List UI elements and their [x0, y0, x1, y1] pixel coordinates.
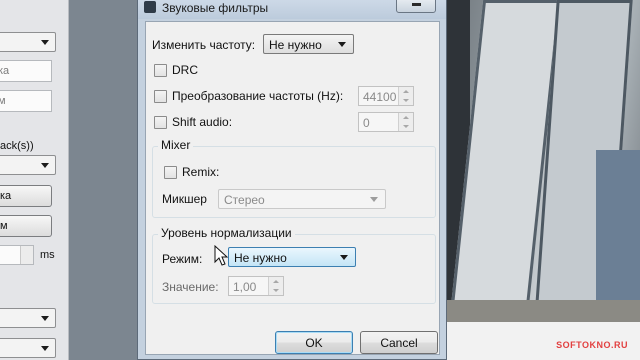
background-combo-3[interactable]	[0, 308, 56, 328]
spin-down-icon[interactable]	[398, 96, 413, 105]
background-button-1[interactable]: ка	[0, 185, 52, 207]
remix-checkbox[interactable]	[164, 166, 177, 179]
normalization-value-label: Значение:	[162, 280, 219, 294]
background-spin[interactable]	[0, 245, 34, 265]
mouse-cursor-icon	[214, 245, 228, 266]
background-tracks-label: ack(s))	[0, 140, 34, 152]
resample-select[interactable]: Не нужно	[263, 34, 354, 54]
background-button-2[interactable]: м	[0, 215, 52, 237]
background-app-panel: ка м ack(s)) ка м ms	[0, 0, 69, 360]
freq-convert-label: Преобразование частоты (Hz):	[172, 89, 344, 103]
chevron-down-icon	[41, 40, 49, 45]
watermark-logo: SOFTOKNO.RU	[556, 340, 628, 350]
chevron-down-icon	[41, 346, 49, 351]
freq-convert-checkbox[interactable]	[154, 90, 167, 103]
app-icon	[144, 1, 156, 13]
ok-button[interactable]: OK	[275, 331, 353, 354]
cancel-button[interactable]: Cancel	[360, 331, 438, 354]
chevron-down-icon	[41, 316, 49, 321]
background-combo-1[interactable]	[0, 32, 56, 52]
freq-convert-spinbox[interactable]: 44100	[358, 86, 414, 106]
background-combo-4[interactable]	[0, 338, 56, 358]
shift-audio-checkbox[interactable]	[154, 116, 167, 129]
close-icon	[412, 3, 421, 6]
mixer-group-title: Mixer	[158, 138, 194, 152]
background-ms-label: ms	[40, 249, 55, 261]
normalization-mode-select[interactable]: Не нужно	[228, 247, 356, 267]
chevron-down-icon	[340, 255, 348, 260]
background-input-2[interactable]: м	[0, 90, 52, 112]
drc-label: DRC	[172, 63, 198, 77]
spin-down-icon[interactable]	[268, 286, 283, 295]
audio-filters-dialog: Звуковые фильтры Изменить частоту: Не ну…	[137, 0, 447, 360]
dialog-client-area: Изменить частоту: Не нужно DRC Преобразо…	[145, 21, 440, 355]
chevron-down-icon	[338, 42, 346, 47]
background-combo-2[interactable]	[0, 155, 56, 175]
normalization-value-spinbox[interactable]: 1,00	[228, 276, 284, 296]
remix-label: Remix:	[182, 165, 220, 179]
chevron-down-icon	[41, 163, 49, 168]
video-preview: SOFTOKNO.RU	[446, 0, 640, 360]
spin-down-icon[interactable]	[398, 122, 413, 131]
shift-audio-spinbox[interactable]: 0	[358, 112, 414, 132]
shift-audio-label: Shift audio:	[172, 115, 233, 129]
background-input-1[interactable]: ка	[0, 60, 52, 82]
chevron-down-icon	[370, 197, 378, 202]
drc-checkbox[interactable]	[154, 64, 167, 77]
normalization-group-title: Уровень нормализации	[158, 226, 295, 240]
mixer-select[interactable]: Стерео	[218, 189, 386, 209]
normalization-mode-label: Режим:	[162, 252, 203, 266]
dialog-titlebar[interactable]: Звуковые фильтры	[138, 0, 446, 19]
mixer-label: Микшер	[162, 192, 207, 206]
resample-label: Изменить частоту:	[152, 38, 256, 52]
dialog-title: Звуковые фильтры	[162, 1, 269, 15]
close-button[interactable]	[396, 0, 436, 13]
